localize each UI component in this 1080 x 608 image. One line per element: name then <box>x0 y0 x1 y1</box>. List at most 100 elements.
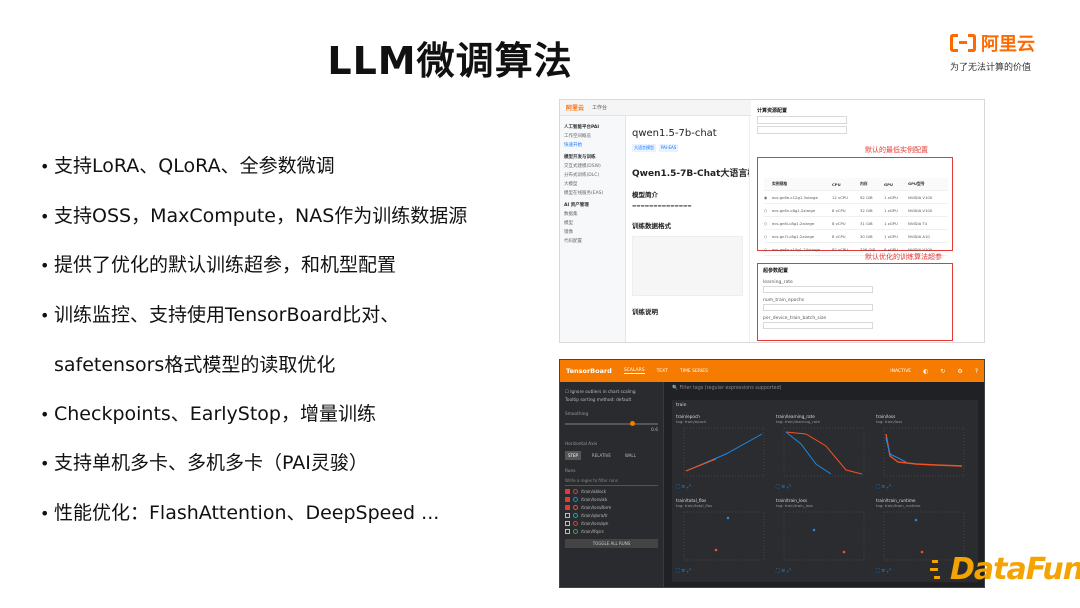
sidebar-item[interactable]: 分布式训练(DLC) <box>564 171 621 180</box>
tag-group-name: train <box>676 403 687 408</box>
bullet-item: • Checkpoints、EarlyStop，增量训练 <box>40 402 376 425</box>
feature-list: • 支持LoRA、QLoRA、全参数微调 • 支持OSS，MaxCompute，NA… <box>40 142 540 539</box>
sidebar-item[interactable]: 交互式建模(DSW) <box>564 162 621 171</box>
color-swatch-icon[interactable] <box>573 497 578 502</box>
scalar-card[interactable]: train/train_loss tag: train/train_loss ⛶ ≡… <box>776 498 870 576</box>
sidebar-item[interactable]: 模型在线服务(EAS) <box>564 189 621 198</box>
ignore-outliers-checkbox[interactable]: ☐ Ignore outliers in chart scaling <box>565 390 658 395</box>
runs-filter-input[interactable]: Write a regex to filter runs <box>565 478 658 486</box>
table-row[interactable]: ○ ecs.gn6v-c8g1.2xlarge 8 vCPU 32 GiB 1 xGP… <box>764 204 948 217</box>
scalar-card[interactable]: train/total_flos tag: train/total_flos ⛶ ≡… <box>676 498 770 576</box>
checkbox-icon[interactable] <box>565 521 570 526</box>
status-dropdown[interactable]: INACTIVE <box>890 369 911 374</box>
radio-icon: ○ <box>764 220 768 226</box>
toggle-all-runs-button[interactable]: TOGGLE ALL RUNS <box>565 539 658 548</box>
tab-text[interactable]: TEXT <box>657 369 668 374</box>
radio-icon: ○ <box>764 233 768 239</box>
table-row[interactable]: ◉ ecs.gn6e-c12g1.3xlarge 12 vCPU 92 GiB 1 x… <box>764 191 948 204</box>
datafun-watermark: DataFun. <box>930 550 1080 590</box>
card-tag: tag: train/epoch <box>676 419 707 424</box>
hyperparam-input[interactable] <box>763 286 873 293</box>
color-swatch-icon[interactable] <box>573 513 578 518</box>
smoothing-slider[interactable] <box>565 421 658 426</box>
card-controls-icon[interactable]: ⛶ ≡ ⤢ <box>676 568 770 574</box>
theme-icon[interactable]: ◐ <box>923 368 928 375</box>
bullet-item: • 支持LoRA、QLoRA、全参数微调 <box>40 155 335 177</box>
mini-plot <box>783 511 865 561</box>
config-select[interactable] <box>757 116 847 124</box>
sidebar-item[interactable]: AI 资产管理 <box>564 201 621 210</box>
config-section-title: 计算资源配置 <box>757 108 788 114</box>
sidebar-item[interactable]: 大模型 <box>564 180 621 189</box>
table-row[interactable]: ○ ecs.gn7i-c8g1.2xlarge 8 vCPU 30 GiB 1 xGP… <box>764 230 948 243</box>
color-swatch-icon[interactable] <box>573 521 578 526</box>
card-tag: tag: train/train_loss <box>776 503 813 508</box>
smoothing-value[interactable]: 0.6 <box>565 428 658 433</box>
checkbox-checked-icon[interactable] <box>565 497 570 502</box>
axis-relative[interactable]: RELATIVE <box>589 451 614 460</box>
axis-wall[interactable]: WALL <box>622 451 639 460</box>
color-swatch-icon[interactable] <box>573 489 578 494</box>
run-item[interactable]: /train/qlora/tr <box>565 513 658 518</box>
mini-plot <box>683 511 765 561</box>
run-item[interactable]: /train/lora/ab <box>565 497 658 502</box>
sidebar-item[interactable]: 快速开始 <box>564 141 621 150</box>
hyperparam-input[interactable] <box>763 322 873 329</box>
run-item[interactable]: /train/lora/qm <box>565 521 658 526</box>
settings-icon[interactable]: ⚙ <box>957 368 962 375</box>
card-controls-icon[interactable]: ⛶ ≡ ⤢ <box>776 484 870 490</box>
bullet-item: • 支持单机多卡、多机多卡（PAI灵骏） <box>40 452 368 475</box>
hyperparam-label: num_train_epochs <box>763 298 805 303</box>
model-heading: Qwen1.5-7B-Chat大语言模型 <box>632 169 749 179</box>
sidebar-item[interactable]: 数据集 <box>564 210 621 219</box>
pai-sidebar: 人工智能平台PAI 工作空间概览 快速开始 模型开发与训练 交互式建模(DSW)… <box>560 116 626 342</box>
sidebar-item[interactable]: 模型 <box>564 219 621 228</box>
card-controls-icon[interactable]: ⛶ ≡ ⤢ <box>776 568 870 574</box>
run-name: /train/lfqsrs <box>581 529 604 534</box>
tensorboard-title: TensorBoard <box>566 367 612 375</box>
scalar-card[interactable]: train/loss tag: train/loss ⛶ ≡ ⤢ <box>876 414 970 492</box>
tag-filter-input[interactable]: 🔍 Filter tags (regular expressions suppo… <box>672 386 978 396</box>
run-list: /train/ablock/train/lora/ab/train/lora/l… <box>565 489 658 534</box>
sidebar-item[interactable]: 代码配置 <box>564 237 621 246</box>
scalar-card[interactable]: train/learning_rate tag: train/learning_r… <box>776 414 870 492</box>
runs-label: Runs <box>565 469 576 474</box>
run-name: /train/lora/qm <box>581 521 609 526</box>
run-item[interactable]: /train/lora/lbrm <box>565 505 658 510</box>
table-row[interactable]: ○ ecs.gn6i-c8g1.2xlarge 8 vCPU 31 GiB 1 xGP… <box>764 217 948 230</box>
run-item[interactable]: /train/lfqsrs <box>565 529 658 534</box>
card-controls-icon[interactable]: ⛶ ≡ ⤢ <box>876 484 970 490</box>
color-swatch-icon[interactable] <box>573 529 578 534</box>
card-tag: tag: train/loss <box>876 419 903 424</box>
checkbox-icon[interactable] <box>565 529 570 534</box>
checkbox-checked-icon[interactable] <box>565 505 570 510</box>
tensorboard-sidebar: ☐ Ignore outliers in chart scaling Toolt… <box>560 382 664 587</box>
help-icon[interactable]: ? <box>975 368 978 375</box>
axis-step[interactable]: STEP <box>565 451 581 460</box>
sidebar-item[interactable]: 人工智能平台PAI <box>564 123 621 132</box>
sidebar-item[interactable]: 模型开发与训练 <box>564 153 621 162</box>
sidebar-item[interactable]: 镜像 <box>564 228 621 237</box>
section-heading: 训练说明 <box>632 308 658 316</box>
tooltip-sorting[interactable]: Tooltip sorting method: default <box>565 398 658 403</box>
annotation-instance: 默认的最低实例配置 <box>865 146 928 154</box>
run-name: /train/lora/lbrm <box>581 505 612 510</box>
card-controls-icon[interactable]: ⛶ ≡ ⤢ <box>676 484 770 490</box>
hyperparam-input[interactable] <box>763 304 873 311</box>
checkbox-icon[interactable] <box>565 513 570 518</box>
bullet-item: • 提供了优化的默认训练超参，和机型配置 <box>40 254 397 277</box>
mini-plot <box>883 427 965 477</box>
checkbox-checked-icon[interactable] <box>565 489 570 494</box>
tab-scalars[interactable]: SCALARS <box>623 368 645 374</box>
tab-time-series[interactable]: TIME SERIES <box>680 369 708 374</box>
sidebar-item[interactable]: 工作空间概览 <box>564 132 621 141</box>
pai-workspace-link[interactable]: 工作台 <box>592 104 607 111</box>
hyperparam-label: learning_rate <box>763 280 793 285</box>
run-item[interactable]: /train/ablock <box>565 489 658 494</box>
watermark-text: DataFun. <box>950 552 1080 587</box>
refresh-icon[interactable]: ↻ <box>940 368 945 375</box>
scalar-card[interactable]: train/epoch tag: train/epoch ⛶ ≡ ⤢ <box>676 414 770 492</box>
section-text: ▬▬▬▬▬▬▬▬▬▬▬▬▬▬ <box>632 204 692 209</box>
config-input[interactable] <box>757 126 847 134</box>
color-swatch-icon[interactable] <box>573 505 578 510</box>
